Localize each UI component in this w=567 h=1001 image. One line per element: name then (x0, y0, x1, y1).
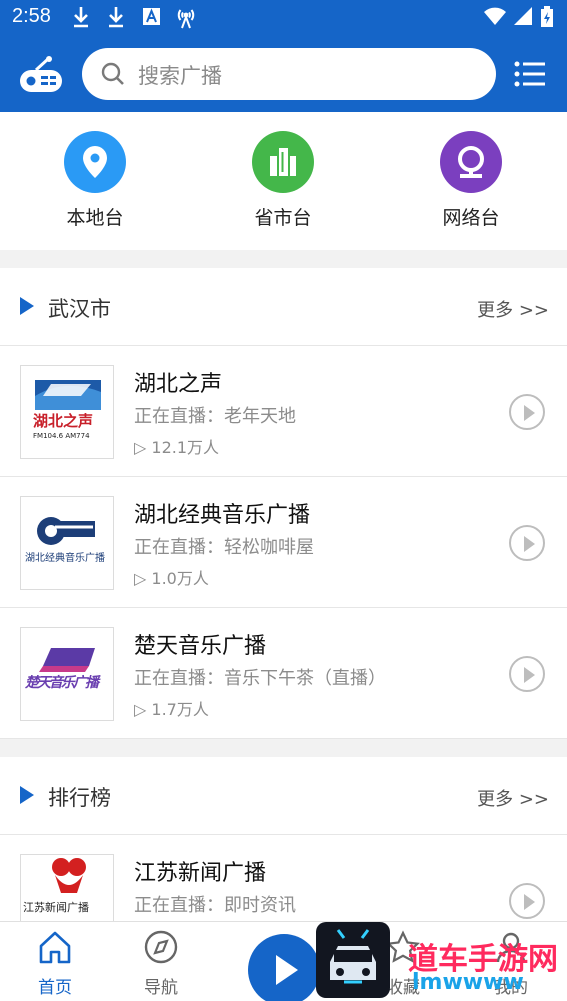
station-logo: 楚天音乐广播 (20, 627, 114, 721)
search-input[interactable]: 搜索广播 (82, 48, 496, 100)
watermark-url: lmwwww (412, 970, 524, 995)
station-logo: 湖北经典音乐广播 (20, 496, 114, 590)
station-logo: 湖北之声 FM104.6 AM774 (20, 365, 114, 459)
category-local[interactable]: 本地台 (30, 131, 160, 230)
category-panel: 本地台 省市台 网络台 (0, 112, 567, 250)
station-live: 正在直播：老年天地 (134, 406, 296, 427)
building-icon (252, 131, 314, 193)
section-header: 排行榜 更多 >> (0, 757, 567, 835)
globe-icon (440, 131, 502, 193)
signal-icon (513, 6, 533, 30)
category-province[interactable]: 省市台 (218, 131, 348, 230)
player-play-button[interactable] (248, 934, 320, 1001)
home-icon (37, 931, 73, 969)
tab-label: 导航 (144, 978, 178, 998)
station-row[interactable]: 湖北经典音乐广播 湖北经典音乐广播 正在直播：轻松咖啡屋 ▷ 1.0万人 (0, 477, 567, 608)
status-time: 2:58 (12, 5, 51, 27)
play-icon[interactable] (509, 656, 545, 692)
wifi-icon (483, 6, 507, 30)
section-marker-icon (20, 786, 34, 804)
section-marker-icon (20, 297, 34, 315)
station-name: 江苏新闻广播 (134, 861, 267, 886)
play-icon[interactable] (509, 525, 545, 561)
station-logo-text: 楚天音乐广播 (25, 675, 99, 691)
app-root: 2:58 搜索广播 本地台 省市台 网络台 武汉市 更多 >> 湖北之声 FM1… (0, 0, 567, 1001)
download-icon (107, 6, 125, 32)
section-title: 排行榜 (48, 786, 111, 810)
station-live: 正在直播：即时资讯 (134, 895, 296, 916)
broadcast-icon (174, 6, 198, 34)
tab-label: 首页 (38, 978, 72, 998)
play-icon[interactable] (509, 883, 545, 919)
station-row[interactable]: 楚天音乐广播 楚天音乐广播 正在直播：音乐下午茶（直播） ▷ 1.7万人 (0, 608, 567, 739)
station-row[interactable]: 湖北之声 FM104.6 AM774 湖北之声 正在直播：老年天地 ▷ 12.1… (0, 346, 567, 477)
section-header: 武汉市 更多 >> (0, 268, 567, 346)
battery-icon (540, 6, 554, 32)
station-logo-text: 湖北经典音乐广播 (25, 553, 105, 564)
station-name: 湖北经典音乐广播 (134, 503, 311, 528)
listener-count: ▷ 1.0万人 (134, 569, 209, 588)
category-label: 省市台 (254, 207, 312, 229)
station-name: 湖北之声 (134, 372, 223, 397)
location-pin-icon (64, 131, 126, 193)
listener-count: ▷ 1.7万人 (134, 700, 209, 719)
search-placeholder: 搜索广播 (138, 64, 222, 88)
category-network[interactable]: 网络台 (406, 131, 536, 230)
category-label: 本地台 (66, 207, 124, 229)
station-name: 楚天音乐广播 (134, 634, 267, 659)
section-wuhan: 武汉市 更多 >> 湖北之声 FM104.6 AM774 湖北之声 正在直播：老… (0, 268, 567, 739)
more-link[interactable]: 更多 >> (477, 785, 549, 811)
a-badge-icon (142, 6, 162, 30)
download-icon (72, 6, 90, 32)
station-live: 正在直播：音乐下午茶（直播） (134, 668, 386, 689)
category-label: 网络台 (442, 207, 500, 229)
tab-navigation[interactable]: 导航 (126, 930, 196, 998)
station-logo-sub: FM104.6 AM774 (33, 432, 90, 440)
search-icon (100, 61, 126, 91)
watermark-car-logo (316, 922, 390, 998)
section-title: 武汉市 (48, 297, 111, 321)
play-icon[interactable] (509, 394, 545, 430)
compass-icon (143, 930, 179, 969)
more-link[interactable]: 更多 >> (477, 296, 549, 322)
tab-home[interactable]: 首页 (20, 930, 90, 998)
station-logo-text: 湖北之声 (33, 412, 94, 430)
top-bar: 2:58 搜索广播 (0, 0, 567, 112)
listener-count: ▷ 12.1万人 (134, 438, 220, 457)
radio-logo-icon[interactable] (18, 56, 64, 98)
station-live: 正在直播：轻松咖啡屋 (134, 537, 314, 558)
search-row: 搜索广播 (0, 48, 567, 100)
status-bar: 2:58 (0, 0, 567, 38)
menu-icon[interactable] (514, 60, 546, 92)
station-logo-text: 江苏新闻广播 (23, 901, 89, 914)
